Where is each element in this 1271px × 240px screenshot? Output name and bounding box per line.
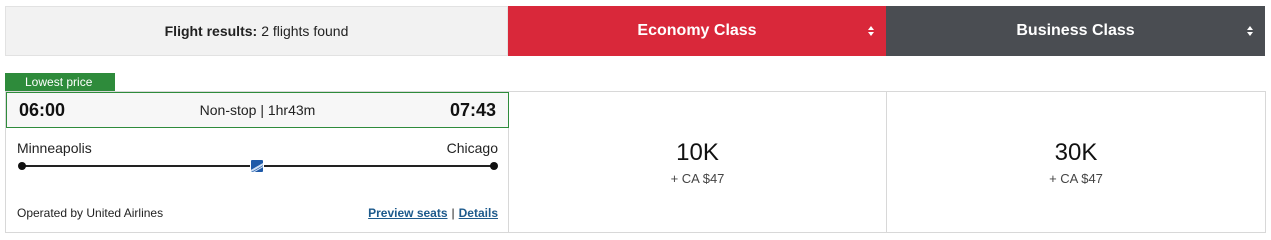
sort-arrows-icon [868,26,874,36]
link-separator: | [451,206,455,220]
economy-class-label: Economy Class [637,22,757,39]
business-tax: + CA $47 [1049,170,1103,186]
preview-seats-link[interactable]: Preview seats [368,206,447,220]
flight-times-bar: 06:00 Non-stop | 1hr43m 07:43 [6,92,509,128]
sort-arrows-icon [1247,26,1253,36]
business-points: 30K [1054,138,1098,166]
origin-city: Minneapolis [17,140,92,156]
business-class-label: Business Class [1016,22,1135,39]
results-count: 2 flights found [261,23,349,39]
economy-fare-button[interactable]: 10K + CA $47 [509,92,887,232]
results-header: Flight results: 2 flights found Economy … [5,6,1265,56]
flight-links: Preview seats | Details [368,206,498,220]
flight-info: 06:00 Non-stop | 1hr43m 07:43 Minneapoli… [6,92,509,232]
destination-dot [490,162,498,170]
united-airlines-logo-icon [250,159,264,173]
lowest-price-badge: Lowest price [5,73,115,92]
flight-results-summary: Flight results: 2 flights found [5,6,508,56]
arrival-time: 07:43 [449,99,496,120]
business-class-sort-tab[interactable]: Business Class [886,6,1265,56]
details-link[interactable]: Details [459,206,498,220]
business-fare-button[interactable]: 30K + CA $47 [887,92,1265,232]
flight-duration: Non-stop | 1hr43m [199,102,316,118]
destination-city: Chicago [446,140,498,156]
economy-points: 10K [676,138,719,166]
economy-tax: + CA $47 [670,170,725,186]
economy-class-sort-tab[interactable]: Economy Class [508,6,886,56]
flight-result-row: 06:00 Non-stop | 1hr43m 07:43 Minneapoli… [5,91,1266,233]
operating-carrier: Operated by United Airlines [17,206,164,220]
route-line [18,159,498,173]
origin-dot [18,162,26,170]
departure-time: 06:00 [19,99,66,120]
results-label: Flight results: [164,23,258,39]
